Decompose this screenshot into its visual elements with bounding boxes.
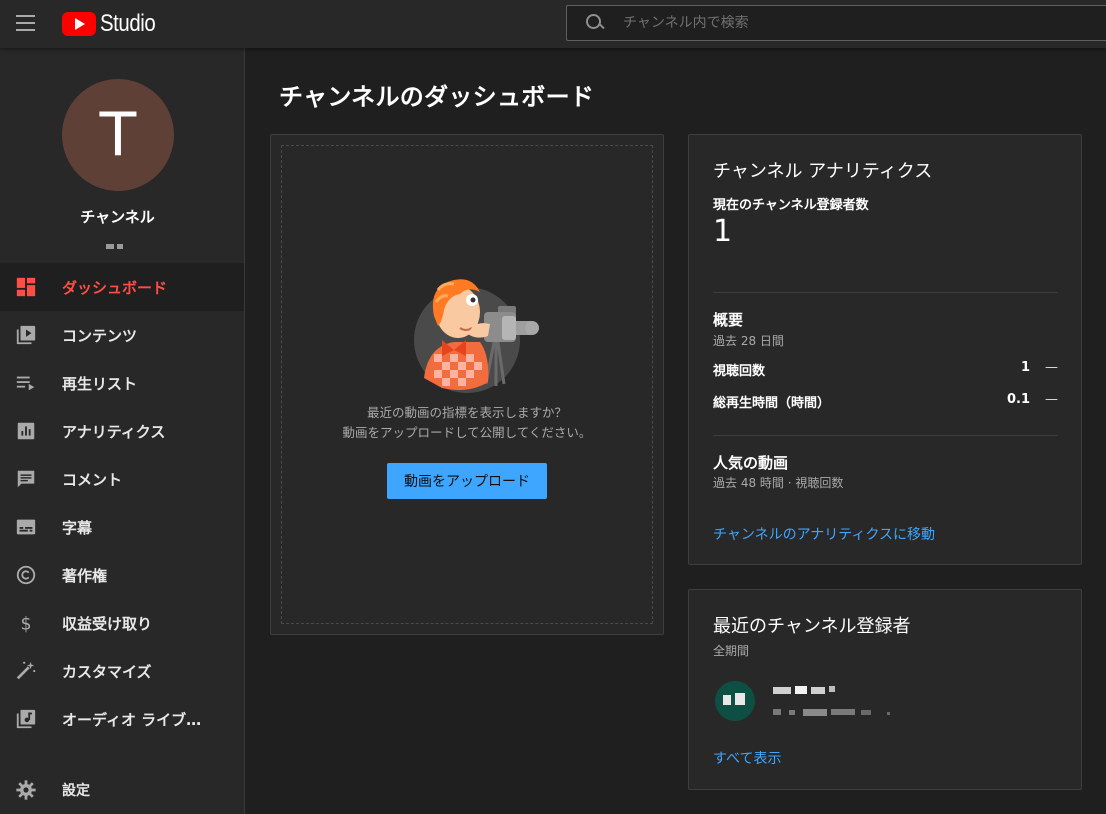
- subscriber-avatar-redacted[interactable]: [715, 681, 755, 721]
- channel-handle-redacted: [106, 234, 126, 249]
- views-trend: —: [1045, 360, 1058, 375]
- camera-operator-illustration: [414, 279, 539, 393]
- summary-title: 概要: [713, 311, 744, 329]
- views-row: 視聴回数 1 —: [713, 360, 1058, 379]
- sidebar-item-content[interactable]: コンテンツ: [0, 311, 244, 359]
- logo-text: Studio: [100, 10, 156, 37]
- sidebar-item-label: カスタマイズ: [62, 662, 152, 681]
- audio-library-icon: [14, 707, 38, 731]
- sidebar-item-earn[interactable]: $ 収益受け取り: [0, 599, 244, 647]
- menu-icon[interactable]: [16, 15, 35, 31]
- gear-icon: [14, 778, 38, 802]
- sidebar-item-settings[interactable]: 設定: [0, 766, 244, 814]
- magic-wand-icon: [14, 659, 38, 683]
- sidebar-item-audio-library[interactable]: オーディオ ライブ…: [0, 695, 244, 743]
- sidebar-item-label: オーディオ ライブ…: [62, 710, 202, 729]
- copyright-icon: [14, 563, 38, 587]
- youtube-logo-icon: [62, 12, 96, 36]
- upload-prompt: 最近の動画の指標を表示しますか？ 動画をアップロードして公開してください。: [271, 403, 663, 443]
- subtitles-icon: [14, 515, 38, 539]
- search-input[interactable]: [623, 15, 1103, 31]
- analytics-card-title: チャンネル アナリティクス: [713, 161, 933, 182]
- dollar-icon: $: [14, 611, 38, 635]
- sidebar-item-label: ダッシュボード: [62, 278, 168, 297]
- sidebar-item-label: コメント: [62, 470, 123, 489]
- channel-analytics-card: チャンネル アナリティクス 現在のチャンネル登録者数 1 概要 過去 28 日間…: [688, 134, 1082, 565]
- sidebar-item-playlists[interactable]: 再生リスト: [0, 359, 244, 407]
- sidebar-item-copyright[interactable]: 著作権: [0, 551, 244, 599]
- channel-avatar[interactable]: T: [62, 79, 174, 191]
- content-icon: [14, 323, 38, 347]
- comment-icon: [14, 467, 38, 491]
- sidebar-item-analytics[interactable]: アナリティクス: [0, 407, 244, 455]
- channel-name: チャンネル: [80, 208, 155, 226]
- svg-text:$: $: [20, 614, 31, 634]
- studio-logo[interactable]: Studio: [62, 10, 165, 37]
- playlist-icon: [14, 371, 38, 395]
- sidebar-item-customize[interactable]: カスタマイズ: [0, 647, 244, 695]
- settings-label: 設定: [62, 783, 90, 799]
- views-value: 1: [1020, 360, 1030, 375]
- watch-time-trend: —: [1045, 392, 1058, 407]
- dashboard-icon: [14, 275, 38, 299]
- sidebar-item-label: アナリティクス: [62, 422, 166, 441]
- sidebar-item-label: 字幕: [62, 518, 93, 537]
- watch-time-value: 0.1: [1006, 392, 1030, 407]
- search-icon[interactable]: [583, 11, 607, 35]
- divider: [713, 292, 1058, 293]
- go-to-analytics-link[interactable]: チャンネルのアナリティクスに移動: [713, 524, 935, 544]
- recent-subscribers-card: 最近のチャンネル登録者 全期間 すべて表示: [688, 589, 1082, 790]
- search-box[interactable]: [566, 5, 1106, 41]
- show-all-link[interactable]: すべて表示: [713, 748, 781, 768]
- analytics-icon: [14, 419, 38, 443]
- sidebar-nav: ダッシュボード コンテンツ 再生リスト アナリティクス コメント 字幕 著作権 …: [0, 263, 244, 743]
- upload-card: 最近の動画の指標を表示しますか？ 動画をアップロードして公開してください。 動画…: [270, 134, 664, 635]
- watch-time-row: 総再生時間（時間） 0.1 —: [713, 392, 1058, 411]
- top-bar: Studio: [0, 0, 1106, 48]
- upload-prompt-line-1: 最近の動画の指標を表示しますか？: [366, 405, 567, 420]
- sidebar-item-dashboard[interactable]: ダッシュボード: [0, 263, 244, 311]
- subscribers-count: 1: [713, 214, 733, 249]
- sidebar: T チャンネル ダッシュボード コンテンツ 再生リスト アナリティクス コメント…: [0, 48, 245, 814]
- sidebar-item-subtitles[interactable]: 字幕: [0, 503, 244, 551]
- sidebar-item-label: 再生リスト: [62, 374, 138, 393]
- sidebar-item-label: コンテンツ: [62, 326, 138, 345]
- divider: [713, 435, 1058, 436]
- popular-videos-period: 過去 48 時間 · 視聴回数: [713, 476, 844, 490]
- popular-videos-title: 人気の動画: [713, 454, 789, 472]
- upload-prompt-line-2: 動画をアップロードして公開してください。: [342, 425, 592, 440]
- sidebar-item-label: 収益受け取り: [62, 614, 153, 633]
- page-title: チャンネルのダッシュボード: [279, 83, 595, 111]
- summary-period: 過去 28 日間: [713, 334, 784, 348]
- subscribers-label: 現在のチャンネル登録者数: [713, 198, 869, 213]
- sidebar-item-comments[interactable]: コメント: [0, 455, 244, 503]
- recent-subscribers-title: 最近のチャンネル登録者: [713, 616, 911, 637]
- sidebar-item-label: 著作権: [62, 566, 108, 585]
- upload-video-button[interactable]: 動画をアップロード: [387, 463, 547, 499]
- views-label: 視聴回数: [713, 364, 766, 379]
- watch-time-label: 総再生時間（時間）: [713, 396, 831, 411]
- recent-subscribers-period: 全期間: [713, 644, 750, 658]
